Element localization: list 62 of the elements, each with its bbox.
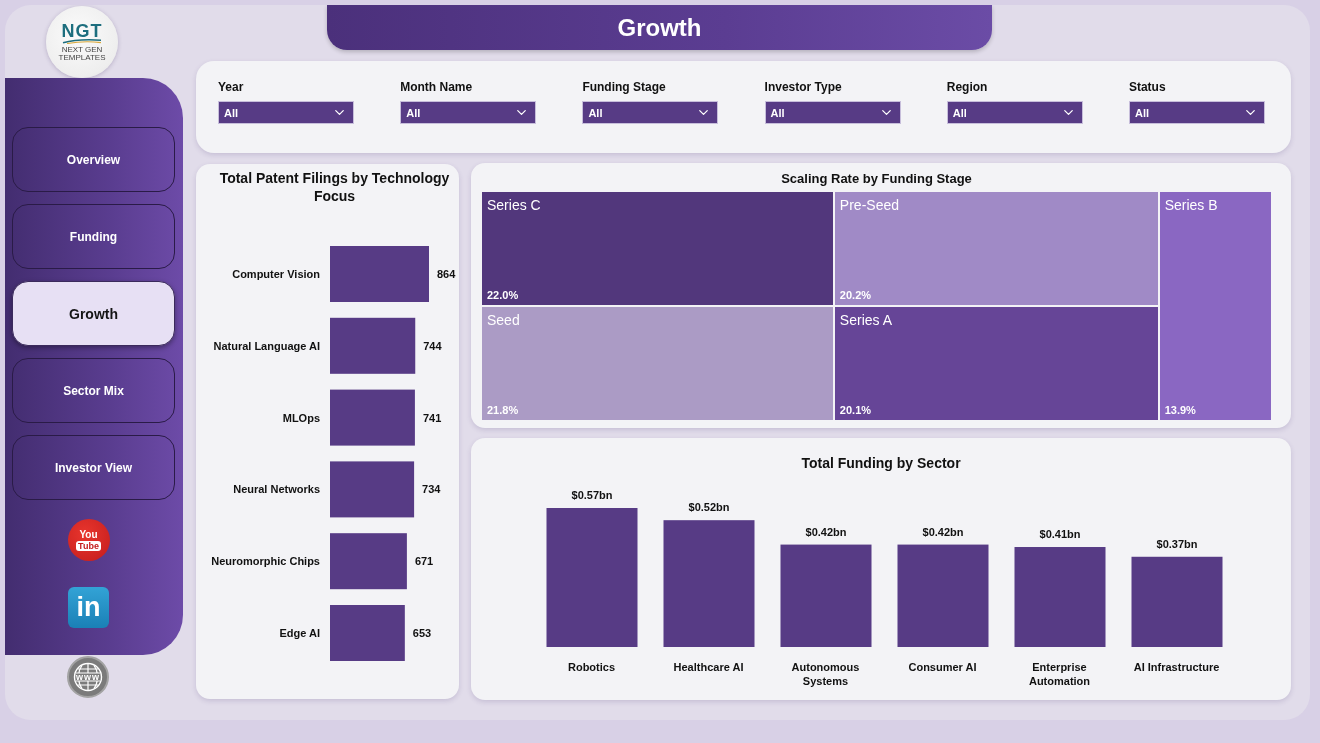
tile-label: Series A [839, 312, 892, 330]
page-title: Growth [327, 5, 992, 50]
youtube-link[interactable]: You Tube [67, 519, 110, 561]
filter-label: Funding Stage [582, 80, 667, 95]
tile-label: Pre-Seed [839, 197, 899, 214]
swoosh-icon [62, 38, 102, 44]
category-label: MLOps [282, 411, 320, 424]
website-link[interactable]: www [67, 656, 109, 698]
logo-tagline: NEXT GEN TEMPLATES [57, 45, 107, 62]
data-label: $0.37bn [1156, 537, 1198, 550]
category-label: Enterprise Automation [1027, 660, 1092, 688]
tile-label: Series B [1164, 197, 1218, 214]
filter-dropdown[interactable]: All [218, 101, 354, 124]
filter-dropdown[interactable]: All [764, 101, 901, 124]
filter-label: Year [218, 80, 245, 95]
data-label: 741 [422, 411, 442, 424]
tile-value: 21.8% [487, 404, 519, 417]
category-label: Natural Language AI [213, 339, 320, 352]
category-label: Healthcare AI [673, 660, 744, 675]
nav-button[interactable]: Funding [12, 204, 175, 269]
data-label: 744 [423, 339, 442, 352]
filter-label: Month Name [400, 80, 474, 95]
data-label: 671 [414, 555, 434, 568]
data-label: $0.52bn [688, 501, 730, 514]
filter-label: Status [1128, 80, 1167, 95]
data-label: $0.42bn [922, 525, 964, 538]
linkedin-link[interactable]: in [68, 587, 109, 628]
category-label: Neural Networks [233, 483, 320, 496]
category-label: Edge AI [279, 627, 320, 639]
category-label: AI Infrastructure [1133, 660, 1220, 675]
logo-text: NGT [61, 22, 103, 40]
nav-button[interactable]: Overview [12, 127, 175, 192]
category-label: Autonomous Systems [790, 660, 861, 688]
category-label: Consumer AI [908, 660, 977, 675]
chart-title: Scaling Rate by Funding Stage [780, 171, 973, 186]
data-label: $0.41bn [1039, 528, 1081, 540]
nav-button[interactable]: Investor View [12, 435, 175, 500]
filter-dropdown[interactable]: All [582, 101, 719, 124]
chart-title: Total Patent Filings by Technology Focus [218, 169, 451, 205]
data-label: $0.42bn [805, 525, 847, 538]
data-label: 734 [422, 483, 441, 496]
category-label: Computer Vision [232, 268, 320, 280]
data-label: $0.57bn [571, 489, 613, 501]
tile-value: 20.1% [839, 404, 872, 417]
data-label: 864 [437, 268, 456, 280]
tile-label: Seed [487, 312, 520, 330]
tile-value: 22.0% [487, 289, 519, 303]
filter-label: Investor Type [764, 80, 843, 95]
nav-button[interactable]: Growth [12, 281, 175, 346]
filter-dropdown[interactable]: All [946, 101, 1083, 124]
category-label: Neuromorphic Chips [211, 555, 320, 568]
data-label: 653 [412, 627, 432, 639]
tile-value: 20.2% [839, 289, 872, 303]
nav-button[interactable]: Sector Mix [12, 358, 175, 423]
filter-label: Region [946, 80, 989, 95]
filter-dropdown[interactable]: All [1128, 101, 1265, 124]
filter-dropdown[interactable]: All [400, 101, 537, 124]
category-label: Robotics [567, 660, 616, 675]
tile-label: Series C [487, 197, 541, 214]
chart-title: Total Funding by Sector [800, 455, 962, 471]
globe-icon [73, 662, 103, 692]
tile-value: 13.9% [1164, 404, 1196, 417]
